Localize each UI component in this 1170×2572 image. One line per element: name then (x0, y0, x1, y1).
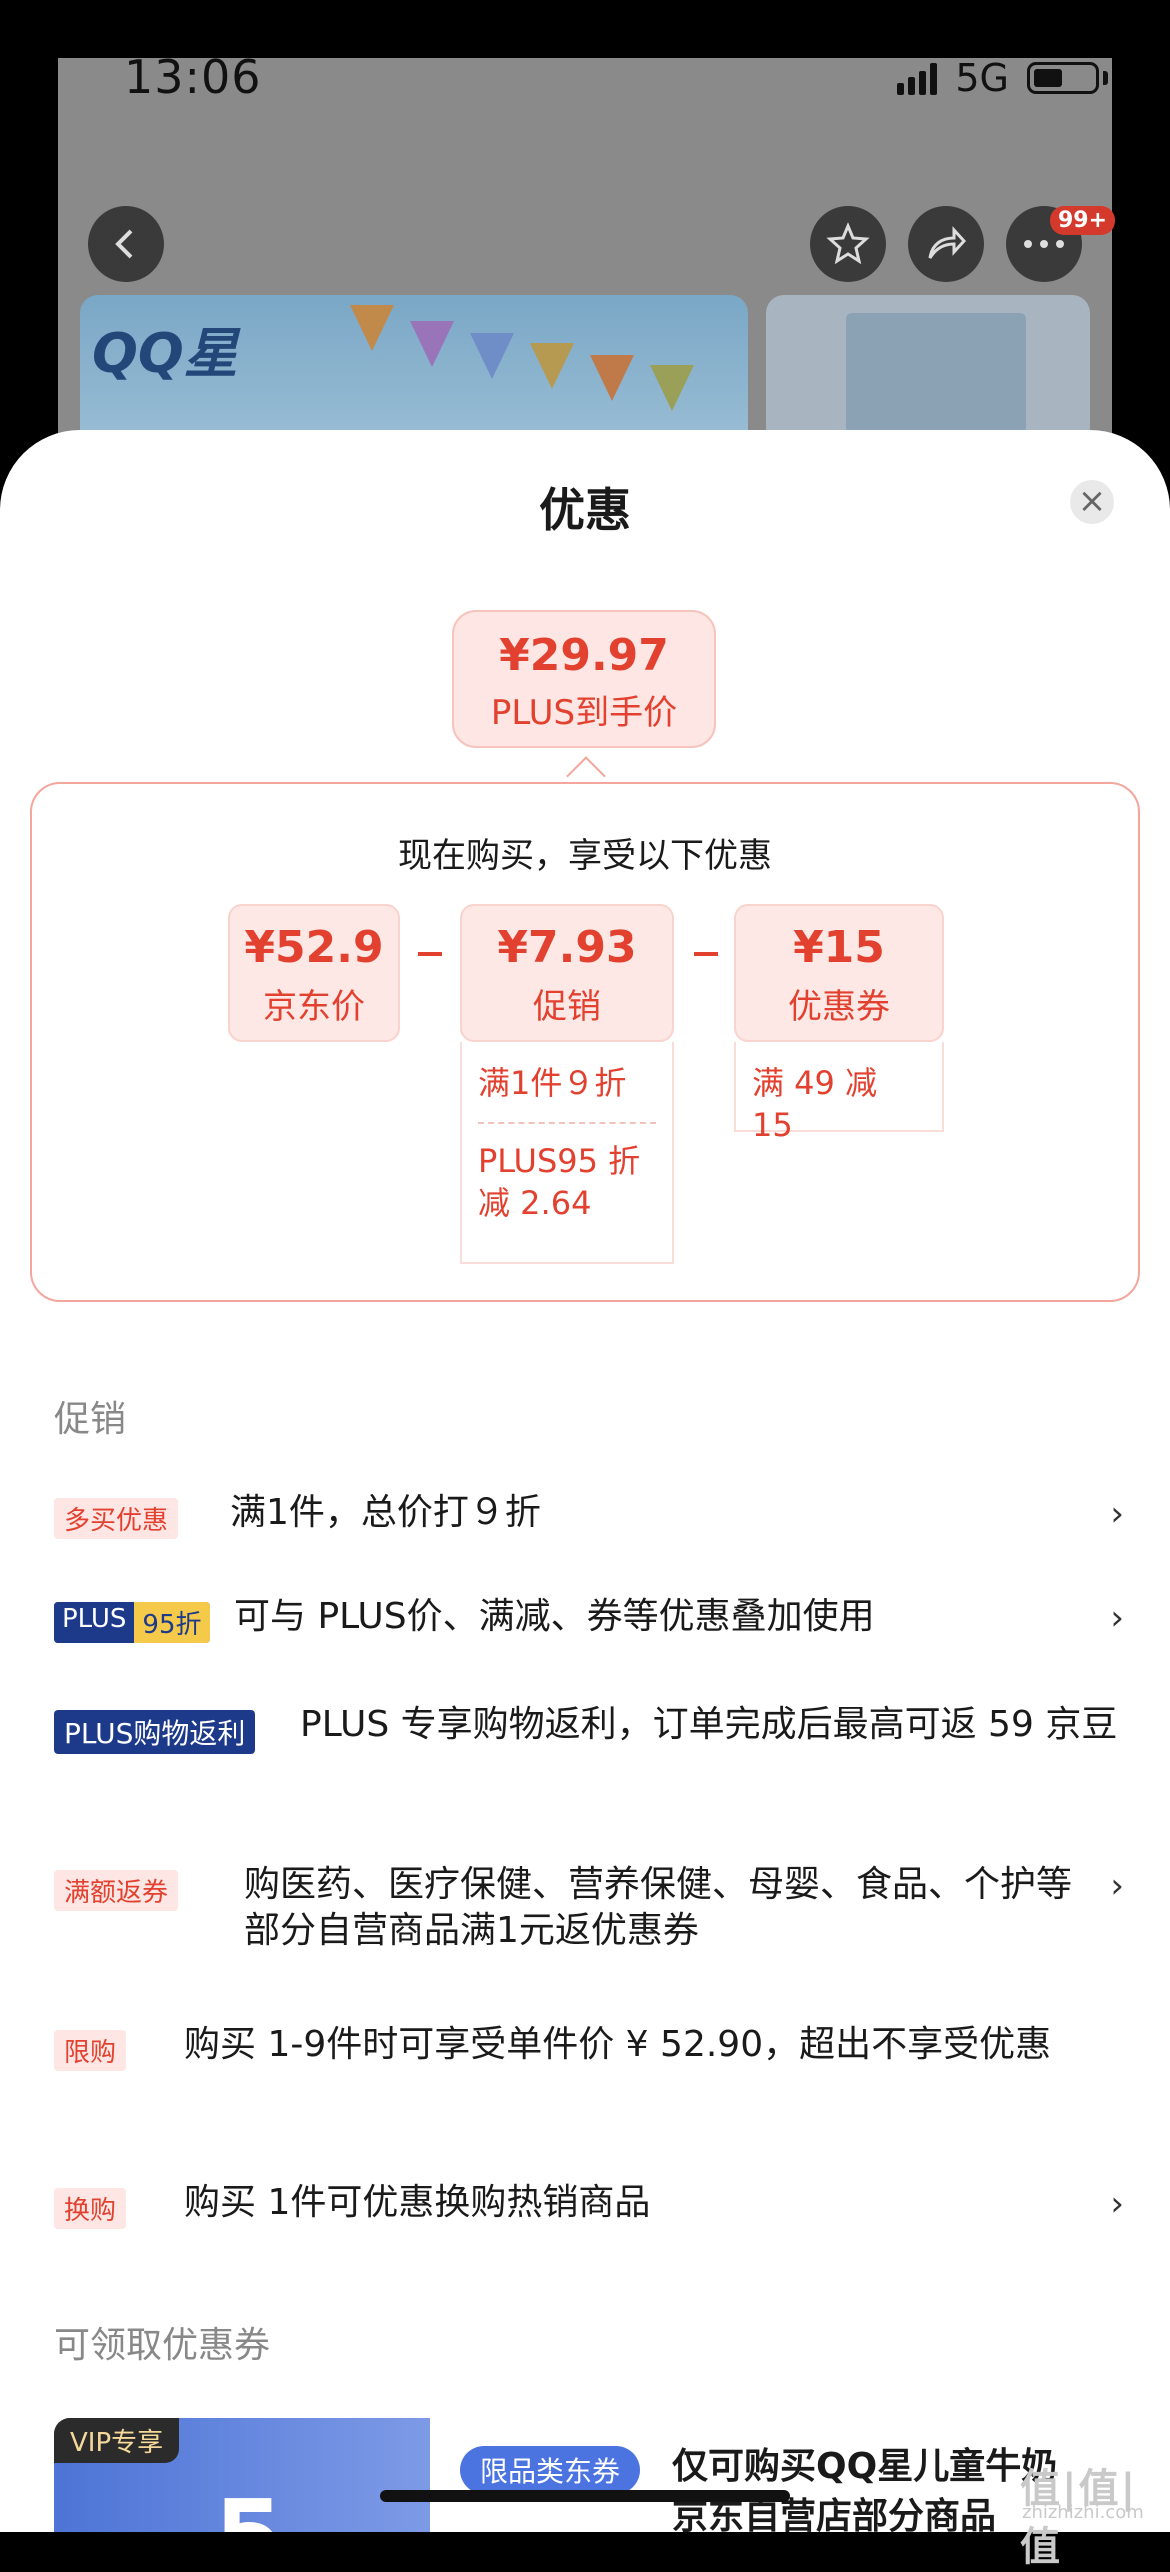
final-price-amount: ¥29.97 (499, 630, 669, 681)
detail-divider (478, 1122, 656, 1124)
star-icon[interactable] (810, 206, 886, 282)
battery-icon (1027, 62, 1099, 94)
promotion-label: 促销 (533, 987, 601, 1027)
promo-text: 购医药、医疗保健、营养保健、母婴、食品、个护等部分自营商品满1元返优惠券 (244, 1864, 1073, 1951)
price-breakdown: 现在购买，享受以下优惠 ¥52.9 京东价 ¥7.93 促销 满1件９折 PLU… (30, 782, 1140, 1302)
chevron-right-icon: › (1110, 1598, 1124, 1638)
promotion-card: ¥7.93 促销 (460, 904, 674, 1042)
promo-tag: 限购 (54, 2030, 127, 2071)
minus-sign (418, 952, 442, 956)
final-price-pill: ¥29.97 PLUS到手价 (452, 610, 716, 748)
minus-sign (694, 952, 718, 956)
promo-tag: 换购 (54, 2188, 127, 2229)
promo-text: 购买 1件可优惠换购热销商品 (184, 2182, 651, 2223)
status-bar-right: 5G (897, 56, 1108, 100)
notification-badge: 99+ (1050, 206, 1116, 235)
coupon-section-label: 可领取优惠券 (54, 2325, 271, 2366)
coupon-amount: 5 (214, 2478, 284, 2532)
pennant-flag (530, 343, 574, 389)
signal-icon (897, 61, 938, 95)
sheet-title: 优惠 (539, 483, 631, 537)
category-coupon-tag: 限品类东券 (460, 2446, 641, 2494)
promo-text: 可与 PLUS价、满减、券等优惠叠加使用 (234, 1596, 875, 1637)
jd-price-value: ¥52.9 (244, 922, 384, 973)
home-indicator[interactable] (380, 2490, 790, 2502)
share-icon[interactable] (908, 206, 984, 282)
discount-sheet: 优惠 × ¥29.97 PLUS到手价 现在购买，享受以下优惠 ¥52.9 京东… (0, 430, 1170, 2532)
milk-box-image (846, 313, 1026, 433)
promo-row[interactable]: 满额返券 购医药、医疗保健、营养保健、母婴、食品、个护等部分自营商品满1元返优惠… (54, 1862, 1124, 1962)
promotion-detail-item: PLUS95 折减 2.64 (478, 1142, 641, 1222)
pennant-flag (350, 305, 394, 351)
plus-tag-label: PLUS (54, 1602, 135, 1643)
promo-row: PLUS购物返利 PLUS 专享购物返利，订单完成后最高可返 59 京豆 (54, 1702, 1124, 1802)
promo-text: PLUS 专享购物返利，订单完成后最高可返 59 京豆 (300, 1704, 1118, 1745)
promotion-details: 满1件９折 PLUS95 折减 2.64 (460, 1042, 674, 1264)
coupon-detail-item: 满 49 减 15 (752, 1064, 878, 1144)
plus-rebate-tag: PLUS购物返利 (54, 1710, 256, 1754)
promo-tag: 满额返券 (54, 1870, 179, 1911)
promotion-value: ¥7.93 (497, 922, 637, 973)
pennant-flag (590, 355, 634, 401)
pennant-flag (470, 333, 514, 379)
promotion-detail-item: 满1件９折 (478, 1064, 627, 1102)
coupon-label: 优惠券 (788, 987, 890, 1027)
promo-text: 购买 1-9件时可享受单件价 ¥ 52.90，超出不享受优惠 (184, 2024, 1052, 2065)
promo-row: 限购 购买 1-9件时可享受单件价 ¥ 52.90，超出不享受优惠 (54, 2022, 1124, 2122)
breakdown-heading: 现在购买，享受以下优惠 (398, 836, 772, 876)
promo-section-label: 促销 (54, 1399, 127, 1440)
pennant-flag (410, 321, 454, 367)
promo-row[interactable]: 多买优惠 满1件，总价打９折 › (54, 1490, 1124, 1550)
jd-price-label: 京东价 (263, 987, 365, 1027)
final-price-label: PLUS到手价 (490, 693, 678, 733)
watermark-url: zhizhizhi.com (1022, 2502, 1144, 2523)
qq-star-logo: QQ星 (92, 322, 238, 385)
coupon-value: ¥15 (793, 922, 885, 973)
chevron-right-icon: › (1110, 2184, 1124, 2224)
plus-discount-tag: PLUS 95折 (54, 1602, 210, 1643)
coupon-value-panel[interactable]: VIP专享 5 (54, 2418, 430, 2532)
chevron-right-icon: › (1110, 1494, 1124, 1534)
vip-tag: VIP专享 (54, 2418, 180, 2463)
coupon-details: 满 49 减 15 (734, 1042, 944, 1144)
close-icon[interactable]: × (1070, 480, 1114, 524)
status-time: 13:06 (124, 50, 262, 104)
battery-tip (1103, 71, 1108, 85)
jd-price-card: ¥52.9 京东价 (228, 904, 400, 1042)
promo-row[interactable]: PLUS 95折 可与 PLUS价、满减、券等优惠叠加使用 › (54, 1594, 1124, 1654)
promo-row[interactable]: 换购 购买 1件可优惠换购热销商品 › (54, 2180, 1124, 2240)
promo-text: 满1件，总价打９折 (230, 1492, 541, 1533)
chevron-right-icon: › (1110, 1866, 1124, 1906)
coupon-card: ¥15 优惠券 (734, 904, 944, 1042)
pennant-flag (650, 365, 694, 411)
promo-tag: 多买优惠 (54, 1498, 179, 1539)
plus-tag-discount: 95折 (134, 1602, 210, 1643)
back-icon[interactable] (88, 206, 164, 282)
network-type: 5G (955, 56, 1009, 100)
